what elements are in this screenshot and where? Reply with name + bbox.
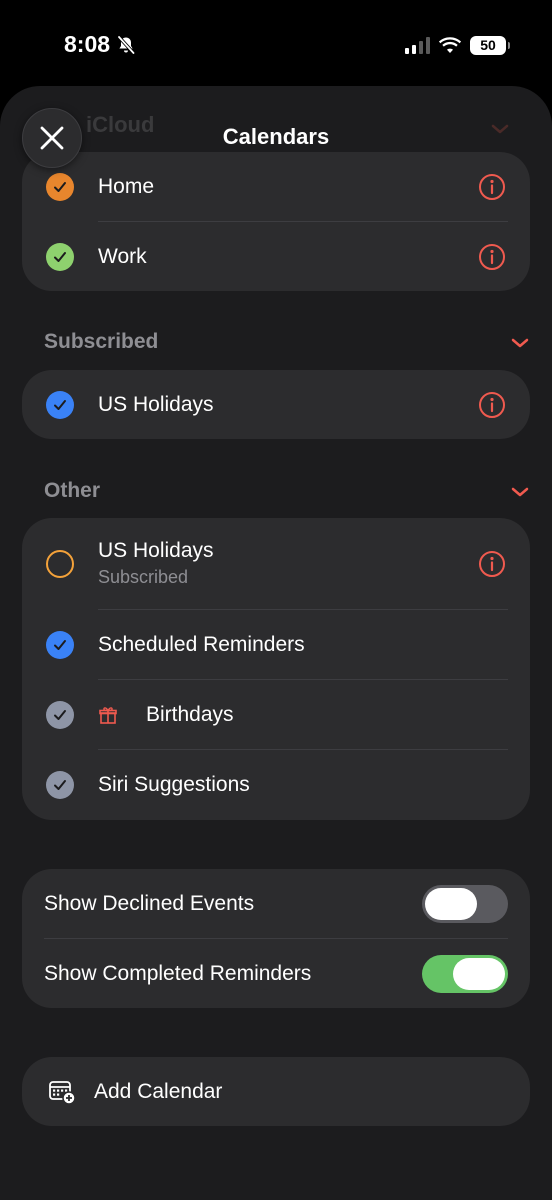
calendar-row-siri-suggestions[interactable]: Siri Suggestions [22,750,530,820]
gift-icon [99,707,117,724]
setting-label: Show Completed Reminders [44,962,312,985]
section-title-other: Other [44,479,101,502]
calendar-row-scheduled-reminders[interactable]: Scheduled Reminders [22,610,530,680]
calendar-row-home[interactable]: Home [22,152,530,222]
calendar-row-work[interactable]: Work [22,222,530,291]
calendar-sublabel: Subscribed [98,567,189,587]
cellular-signal-icon [405,36,430,54]
calendar-row-birthdays[interactable]: Birthdays [22,680,530,750]
info-icon[interactable] [478,243,506,271]
checked-circle-icon[interactable] [46,631,74,659]
checked-circle-icon[interactable] [46,771,74,799]
subscribed-calendar-list: US Holidays [22,370,530,439]
info-icon[interactable] [478,550,506,578]
section-title-subscribed: Subscribed [44,330,159,353]
calendar-label: US Holidays [98,392,214,416]
calendar-label: Siri Suggestions [98,773,250,796]
icloud-calendar-list: Home Work [22,152,530,291]
close-icon [40,126,64,150]
silent-mode-bell-icon [117,35,135,54]
checked-circle-icon[interactable] [46,243,74,271]
show-completed-reminders-toggle[interactable] [422,955,508,993]
chevron-down-icon[interactable] [510,485,530,499]
setting-row-show-completed-reminders[interactable]: Show Completed Reminders [22,939,530,1008]
calendars-sheet: iCloud Calendars Home Work Subscribed US… [0,86,552,1200]
battery-icon: 50 [470,35,510,55]
add-calendar-button[interactable]: Add Calendar [22,1057,530,1126]
calendar-row-us-holidays-subscribed[interactable]: US Holidays Subscribed [22,518,530,610]
calendar-row-us-holidays[interactable]: US Holidays [22,370,530,439]
calendar-label: US Holidays [98,539,214,562]
chevron-down-icon[interactable] [510,336,530,350]
calendar-label: Work [98,245,147,268]
calendar-label: Birthdays [146,703,234,726]
checked-circle-icon[interactable] [46,173,74,201]
add-calendar-label: Add Calendar [94,1079,223,1103]
add-calendar-icon [49,1080,76,1105]
toggle-knob [425,888,477,920]
info-icon[interactable] [478,173,506,201]
page-title: Calendars [222,124,330,149]
toggle-knob [453,958,505,990]
calendar-settings-list: Show Declined Events Show Completed Remi… [22,869,530,1008]
unchecked-circle-icon[interactable] [46,550,74,578]
status-bar: 8:08 50 [0,0,552,90]
checked-circle-icon[interactable] [46,701,74,729]
setting-label: Show Declined Events [44,892,255,915]
status-time: 8:08 [64,31,111,57]
calendar-label: Home [98,175,155,198]
info-icon[interactable] [478,391,506,419]
setting-row-show-declined-events[interactable]: Show Declined Events [22,869,530,939]
other-calendar-list: US Holidays Subscribed Scheduled Reminde… [22,518,530,820]
battery-level: 50 [480,37,496,53]
wifi-icon [438,37,462,53]
calendar-label: Scheduled Reminders [98,633,305,656]
checked-circle-icon[interactable] [46,390,74,419]
close-button[interactable] [22,108,82,168]
show-declined-events-toggle[interactable] [422,885,508,923]
